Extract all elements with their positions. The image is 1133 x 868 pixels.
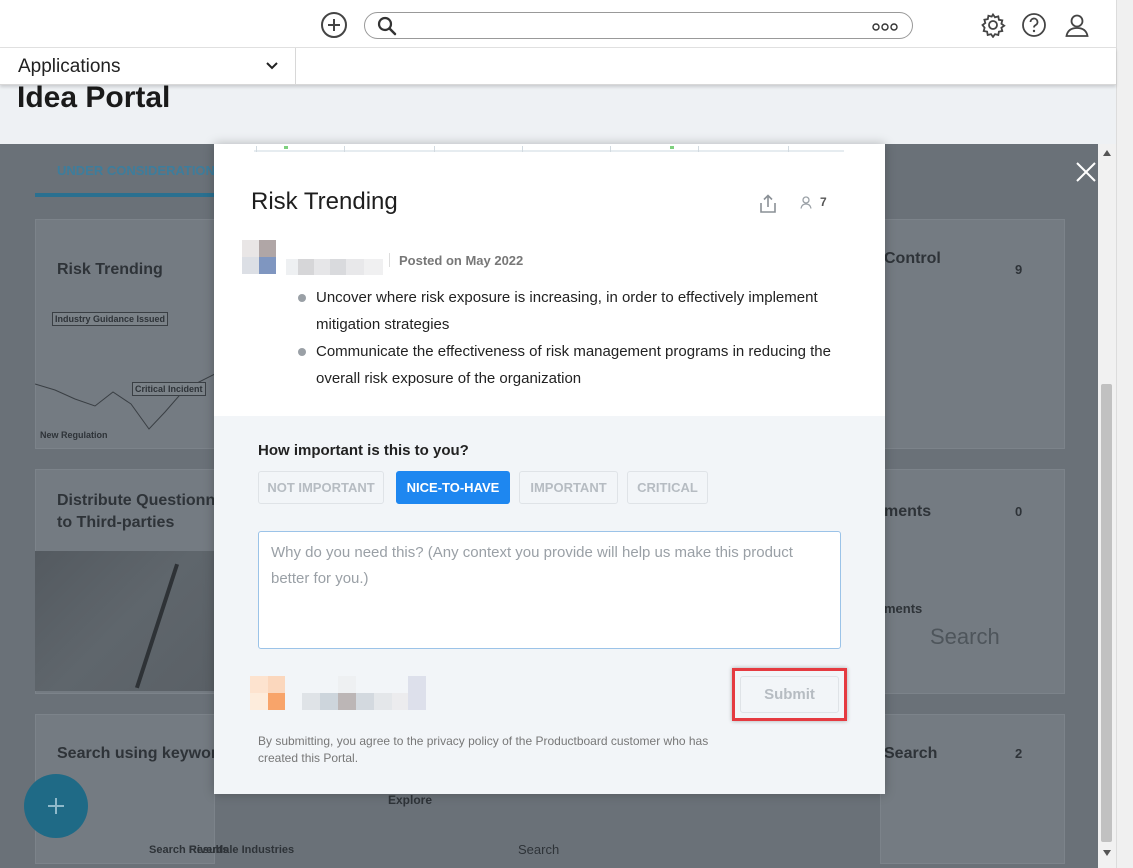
list-item: Communicate the effectiveness of risk ma… <box>298 338 858 392</box>
add-circle-icon[interactable] <box>321 12 347 38</box>
chevron-down-icon <box>266 62 278 70</box>
bg-card-image <box>35 551 215 691</box>
submit-button[interactable]: Submit <box>740 676 839 713</box>
tab-underline <box>35 193 215 197</box>
bg-card-text: ments <box>884 601 923 616</box>
window-edge <box>1116 0 1133 868</box>
bg-search-results: Riverdale Industries <box>189 844 295 856</box>
applications-dropdown[interactable]: Applications <box>0 48 296 84</box>
help-icon[interactable] <box>1021 12 1047 38</box>
bg-card-title: Risk Trending <box>57 261 163 278</box>
bg-vote-count: 0 <box>1015 504 1023 519</box>
bg-vote-count: 2 <box>1015 746 1023 761</box>
chart-strip <box>254 146 844 152</box>
applications-bar: Applications <box>0 48 1116 85</box>
bg-card-title: Search <box>884 745 938 762</box>
tab-under-consideration: UNDER CONSIDERATION <box>57 163 215 178</box>
feedback-form: How important is this to you? NOT IMPORT… <box>214 416 885 794</box>
bg-card-title: ments <box>884 503 932 520</box>
user-icon[interactable] <box>1064 12 1090 38</box>
bg-card-title: Distribute Questionna <box>57 492 225 509</box>
importance-question: How important is this to you? <box>258 442 469 459</box>
importance-nice-to-have-button[interactable]: NICE-TO-HAVE <box>396 471 510 504</box>
voter-icon <box>800 196 812 209</box>
list-item: Uncover where risk exposure is increasin… <box>298 284 858 338</box>
importance-important-button[interactable]: IMPORTANT <box>519 471 618 504</box>
bg-vote-count: 9 <box>1015 262 1023 277</box>
search-icon <box>377 16 397 36</box>
page-title: Idea Portal <box>17 81 171 114</box>
bg-chart-label: Critical Incident <box>132 382 206 396</box>
scrollbar-thumb[interactable] <box>1101 384 1112 842</box>
posted-date: Posted on May 2022 <box>399 253 524 268</box>
bg-card-title: to Third-parties <box>57 514 175 531</box>
bg-chart-label: Industry Guidance Issued <box>52 312 169 326</box>
top-bar <box>0 0 1116 48</box>
importance-not-important-button[interactable]: NOT IMPORTANT <box>258 471 384 504</box>
context-textarea[interactable] <box>258 531 841 649</box>
search-input[interactable] <box>405 15 865 35</box>
bg-search-text: Search <box>930 624 1000 649</box>
privacy-notice: By submitting, you agree to the privacy … <box>258 734 709 765</box>
scroll-up-icon[interactable] <box>1102 149 1112 157</box>
user-email <box>250 676 426 710</box>
idea-modal: Risk Trending 7 Posted on May 2022 Uncov… <box>214 144 885 794</box>
idea-title: Risk Trending <box>251 188 398 215</box>
close-icon[interactable] <box>1074 160 1098 184</box>
applications-label: Applications <box>18 56 121 77</box>
bg-card <box>880 714 1065 864</box>
share-icon[interactable] <box>759 194 777 214</box>
more-icon[interactable] <box>872 23 898 31</box>
divider <box>389 253 390 267</box>
scroll-down-icon[interactable] <box>1102 849 1112 857</box>
bg-resolver-logo: Explore <box>388 793 433 807</box>
bg-card-title: Search using keyword <box>57 745 227 762</box>
vote-count: 7 <box>820 195 827 209</box>
idea-details: Risk Trending 7 Posted on May 2022 Uncov… <box>214 144 885 416</box>
bg-card-title: Control <box>884 250 941 267</box>
author-name <box>286 259 383 275</box>
avatar <box>242 240 277 275</box>
bg-chart-label: New Regulation <box>40 430 108 440</box>
submit-highlight: Submit <box>732 668 847 721</box>
bg-search-label: Search <box>518 842 560 857</box>
global-search[interactable] <box>364 12 913 39</box>
importance-critical-button[interactable]: CRITICAL <box>627 471 708 504</box>
gear-icon[interactable] <box>980 12 1006 38</box>
idea-description: Uncover where risk exposure is increasin… <box>298 284 858 392</box>
add-idea-button[interactable] <box>24 774 88 838</box>
